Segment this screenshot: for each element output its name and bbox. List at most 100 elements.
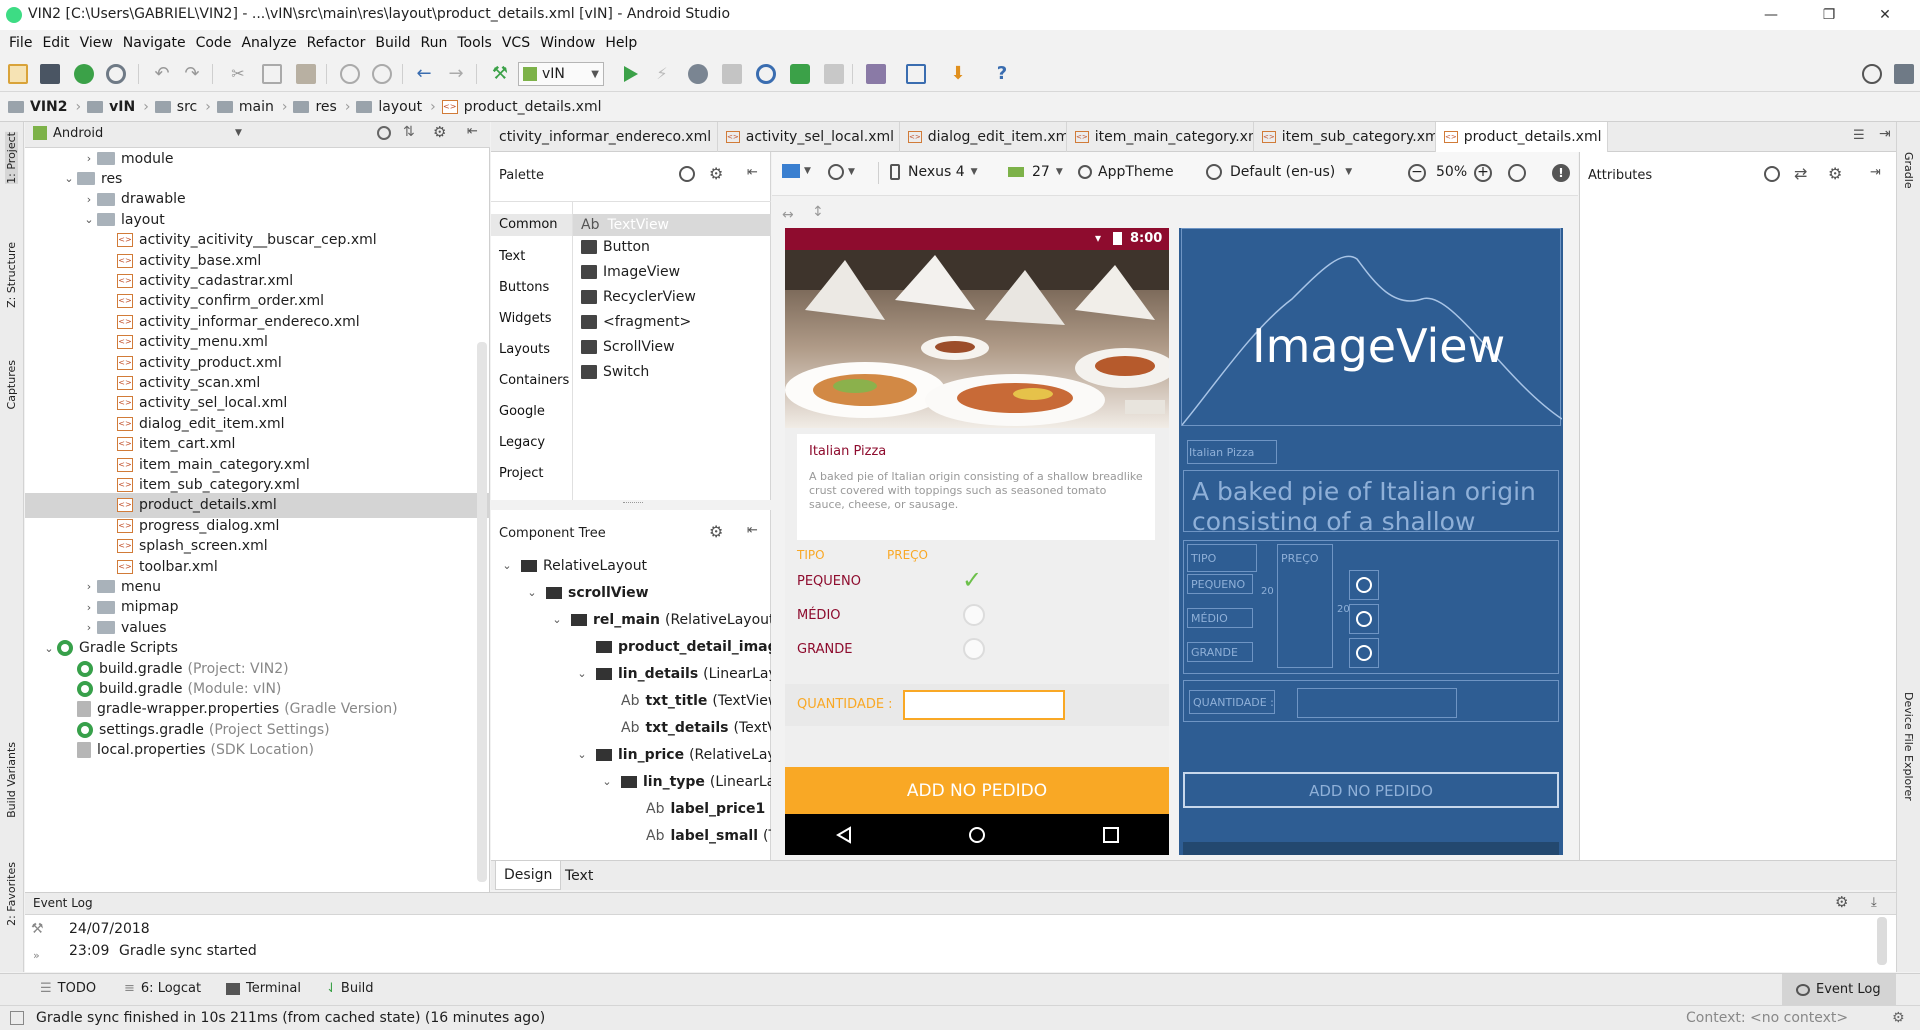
breadcrumb-item[interactable]: vIN › <box>87 99 155 115</box>
sync-icon[interactable] <box>74 64 94 84</box>
component-tree-row[interactable]: product_detail_image <box>574 633 771 660</box>
palette-item[interactable]: RecyclerView <box>581 289 696 305</box>
chevron-down-icon[interactable]: ▼ <box>235 128 242 138</box>
menu-tools[interactable]: Tools <box>452 35 497 51</box>
chevron-right-icon[interactable]: › <box>81 152 97 165</box>
component-tree-row[interactable]: Ab txt_details(TextView) <box>599 714 771 741</box>
gear-icon[interactable]: ⚙ <box>1835 893 1848 911</box>
menu-refactor[interactable]: Refactor <box>302 35 371 51</box>
resize-horizontal-icon[interactable]: ↔ <box>782 207 794 223</box>
menu-code[interactable]: Code <box>191 35 237 51</box>
find-icon[interactable] <box>340 64 360 84</box>
editor-tab[interactable]: <>dialog_edit_item.xml× <box>900 122 1067 152</box>
tab-device-file-explorer[interactable]: Device File Explorer <box>1902 692 1915 801</box>
tool-build[interactable]: ⇃ Build <box>326 981 374 996</box>
menu-view[interactable]: View <box>75 35 118 51</box>
run-icon[interactable] <box>620 64 640 84</box>
breadcrumb-item[interactable]: main › <box>216 99 294 115</box>
chevron-down-icon[interactable]: ⌄ <box>599 775 615 788</box>
chevron-right-icon[interactable]: › <box>81 601 97 614</box>
undo-icon[interactable]: ↶ <box>152 64 172 84</box>
breadcrumb-item[interactable]: <> product_details.xml <box>441 99 608 115</box>
open-folder-icon[interactable] <box>8 64 28 84</box>
search-icon[interactable] <box>1764 166 1780 182</box>
hide-panel-icon[interactable]: ⇤ <box>747 165 758 180</box>
back-icon[interactable]: ← <box>414 64 434 84</box>
home-nav-icon[interactable] <box>968 826 986 844</box>
chevron-down-icon[interactable]: ⌄ <box>81 213 97 226</box>
make-project-icon[interactable]: ⚒ <box>490 64 510 84</box>
zoom-fit-button[interactable] <box>1508 164 1526 182</box>
component-tree-row[interactable]: ⌄ lin_type(LinearLayout) <box>599 768 771 795</box>
chevron-down-icon[interactable]: ⌄ <box>499 559 515 572</box>
search-icon[interactable] <box>679 166 695 182</box>
cut-icon[interactable]: ✂ <box>228 64 248 84</box>
menu-run[interactable]: Run <box>416 35 453 51</box>
splitter-handle[interactable] <box>623 502 643 504</box>
tab-text[interactable]: Text <box>557 861 601 890</box>
tab-captures[interactable]: Captures <box>5 360 18 409</box>
sdk-manager-icon[interactable]: ⬇ <box>948 64 968 84</box>
paste-icon[interactable] <box>296 64 316 84</box>
forward-icon[interactable]: → <box>446 64 466 84</box>
menu-analyze[interactable]: Analyze <box>236 35 301 51</box>
blueprint-details-box[interactable]: A baked pie of Italian origin consisting… <box>1183 470 1559 532</box>
chevron-right-icon[interactable]: › <box>81 580 97 593</box>
component-tree-row[interactable]: Ab txt_title(TextView) <box>599 687 771 714</box>
palette-item[interactable]: ImageView <box>581 264 680 280</box>
project-structure-icon[interactable] <box>906 64 926 84</box>
refresh-icon[interactable] <box>106 64 126 84</box>
palette-item[interactable]: ScrollView <box>581 339 675 355</box>
breadcrumb-item[interactable]: src › <box>154 99 217 115</box>
editor-tab[interactable]: <>activity_sel_local.xml× <box>718 122 900 152</box>
palette-item[interactable]: Button <box>581 239 650 255</box>
menu-edit[interactable]: Edit <box>37 35 74 51</box>
copy-icon[interactable] <box>262 64 282 84</box>
back-nav-icon[interactable] <box>835 826 853 844</box>
menu-help[interactable]: Help <box>600 35 642 51</box>
blueprint-quantity-input[interactable] <box>1297 688 1457 718</box>
hide-panel-icon[interactable]: ⇥ <box>1879 126 1891 142</box>
settings-icon[interactable]: ⚒ <box>31 921 44 937</box>
component-tree-row[interactable]: Ab label_small (TextView) <box>624 822 771 849</box>
breadcrumb-item[interactable]: layout › <box>356 99 441 115</box>
theme-select[interactable]: AppTheme <box>1078 164 1174 180</box>
tab-favorites[interactable]: 2: Favorites <box>5 862 18 926</box>
tool-windows-toggle-icon[interactable] <box>10 1011 24 1025</box>
api-select[interactable]: 27 ▼ <box>1008 164 1063 180</box>
component-tree-row[interactable]: Ab label_price1 (TextView) <box>624 795 771 822</box>
profile-icon[interactable] <box>756 64 776 84</box>
palette-item[interactable]: Switch <box>581 364 649 380</box>
chevron-down-icon[interactable]: ⌄ <box>524 586 540 599</box>
scroll-from-source-icon[interactable] <box>377 126 391 140</box>
chevron-down-icon[interactable]: ⌄ <box>574 748 590 761</box>
chevron-down-icon[interactable]: ⌄ <box>549 613 565 626</box>
collapse-all-icon[interactable]: ⇅ <box>403 124 415 140</box>
apply-changes-icon[interactable]: ⚡ <box>652 64 672 84</box>
tool-todo[interactable]: ☰ TODO <box>40 981 96 996</box>
attach-debugger-icon[interactable] <box>722 64 742 84</box>
size-radio[interactable] <box>963 604 985 626</box>
editor-tab[interactable]: <>item_main_category.xml× <box>1067 122 1254 152</box>
expand-icon[interactable]: » <box>33 949 40 962</box>
tab-structure[interactable]: Z: Structure <box>5 242 18 308</box>
editor-tab[interactable]: ctivity_informar_endereco.xml× <box>491 122 718 152</box>
menu-window[interactable]: Window <box>535 35 600 51</box>
menu-build[interactable]: Build <box>370 35 415 51</box>
component-tree-row[interactable]: ⌄ rel_main (RelativeLayout) <box>549 606 771 633</box>
hide-panel-icon[interactable]: ⇤ <box>747 523 758 538</box>
add-to-order-button[interactable]: ADD NO PEDIDO <box>785 767 1169 814</box>
swap-view-icon[interactable]: ⇄ <box>1794 164 1807 183</box>
minimize-button[interactable]: — <box>1748 0 1794 30</box>
tab-design[interactable]: Design <box>495 861 562 890</box>
zoom-in-button[interactable]: + <box>1474 164 1492 182</box>
gear-icon[interactable]: ⚙ <box>709 164 723 183</box>
redo-icon[interactable]: ↷ <box>182 64 202 84</box>
zoom-out-button[interactable]: − <box>1408 164 1426 182</box>
tab-overflow-icon[interactable]: ☰ <box>1853 128 1865 143</box>
resize-vertical-icon[interactable]: ↕ <box>812 204 824 220</box>
breadcrumb-item[interactable]: VIN2 › <box>8 99 87 115</box>
chevron-down-icon[interactable]: ⌄ <box>41 642 57 655</box>
size-radio[interactable] <box>963 638 985 660</box>
hide-panel-icon[interactable]: ⇥ <box>1870 165 1881 180</box>
